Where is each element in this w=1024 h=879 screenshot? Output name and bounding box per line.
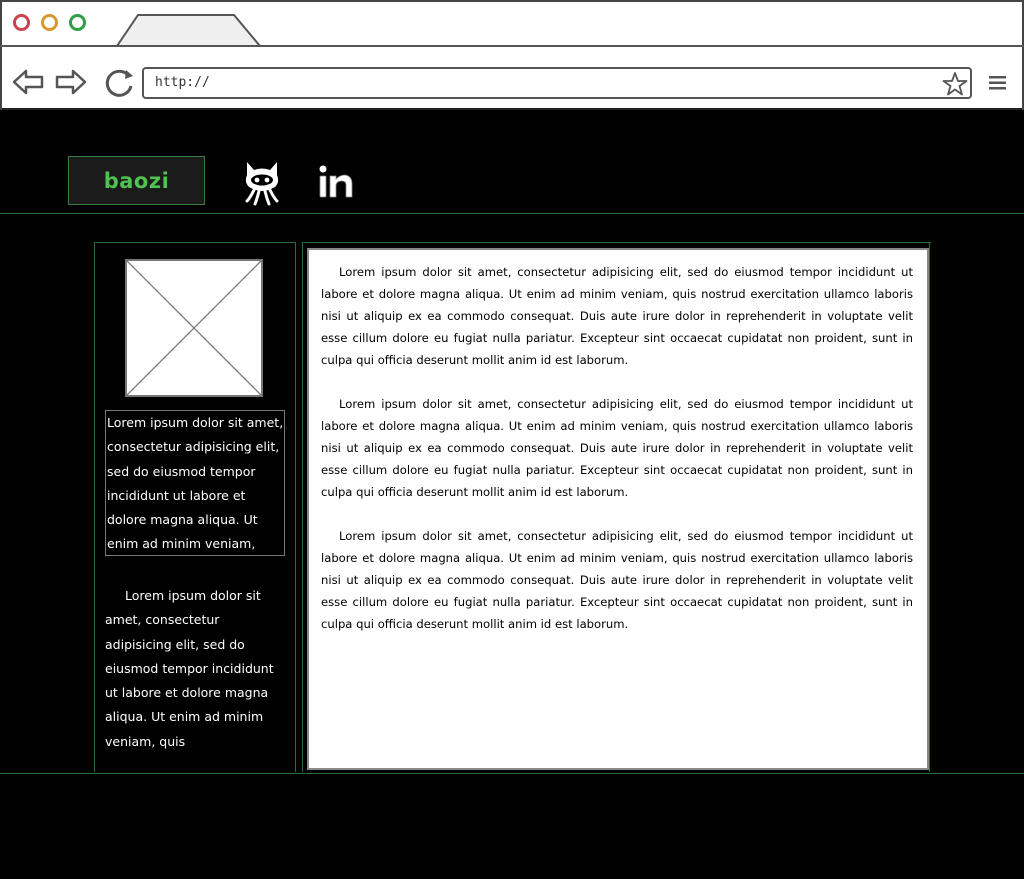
sidebar-boxed-text: Lorem ipsum dolor sit amet, consectetur … [105, 410, 285, 556]
close-window-button[interactable] [13, 14, 30, 31]
tab-strip-divider [0, 45, 1024, 47]
content-paragraph: Lorem ipsum dolor sit amet, consectetur … [321, 397, 913, 499]
github-octocat-icon[interactable] [241, 158, 283, 206]
sidebar-top-border [95, 242, 295, 243]
site-logo[interactable]: baozi [68, 156, 205, 205]
site-logo-text: baozi [103, 168, 170, 193]
minimize-window-button[interactable] [41, 14, 58, 31]
browser-chrome: http:// [0, 0, 1024, 110]
header-divider [0, 213, 1024, 214]
image-placeholder-icon [125, 259, 263, 397]
linkedin-icon[interactable] [318, 164, 356, 200]
content-paragraph: Lorem ipsum dolor sit amet, consectetur … [321, 265, 913, 367]
maximize-window-button[interactable] [69, 14, 86, 31]
bookmark-star-icon[interactable] [942, 71, 968, 97]
back-arrow-icon[interactable] [12, 66, 44, 98]
forward-arrow-icon[interactable] [55, 66, 87, 98]
sidebar: Lorem ipsum dolor sit amet, consectetur … [94, 242, 296, 772]
hamburger-menu-icon[interactable] [988, 75, 1008, 91]
address-bar[interactable]: http:// [142, 67, 972, 99]
address-url: http:// [155, 75, 210, 90]
main-top-border [303, 242, 931, 243]
main-column: Lorem ipsum dolor sit amet, consectetur … [302, 242, 931, 772]
sidebar-paragraph: Lorem ipsum dolor sit amet, consectetur … [105, 588, 274, 749]
reload-icon[interactable] [102, 66, 138, 100]
browser-tab[interactable] [116, 14, 262, 48]
content-panel: Lorem ipsum dolor sit amet, consectetur … [307, 248, 929, 770]
footer-divider [0, 773, 1024, 774]
content-paragraph: Lorem ipsum dolor sit amet, consectetur … [321, 529, 913, 631]
